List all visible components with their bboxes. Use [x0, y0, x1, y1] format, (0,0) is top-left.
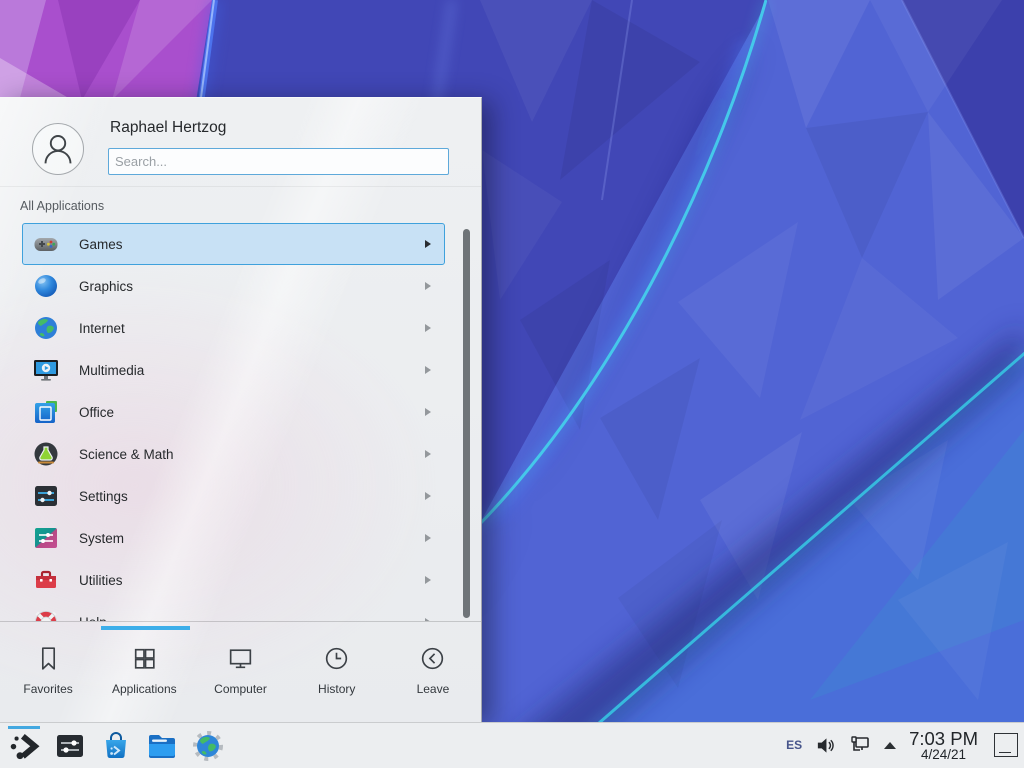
digital-clock[interactable]: 7:03 PM 4/24/21	[909, 729, 978, 762]
clock-date: 4/24/21	[909, 748, 978, 762]
media-monitor-icon	[32, 356, 60, 384]
taskbar-left	[0, 730, 224, 762]
computer-icon	[226, 644, 255, 673]
list-scrollbar[interactable]	[463, 229, 470, 618]
section-label: All Applications	[20, 199, 104, 213]
system-sliders-icon	[32, 524, 60, 552]
settings-sliders-icon	[32, 482, 60, 510]
leave-icon	[418, 644, 447, 673]
tab-label: Favorites	[23, 682, 72, 696]
category-games[interactable]: Games	[22, 223, 445, 265]
category-label: Utilities	[79, 573, 123, 588]
tab-label: Leave	[417, 682, 450, 696]
submenu-arrow-icon	[425, 492, 431, 500]
submenu-arrow-icon	[425, 408, 431, 416]
submenu-arrow-icon	[425, 324, 431, 332]
category-label: System	[79, 531, 124, 546]
clock-time: 7:03 PM	[909, 729, 978, 748]
category-label: Multimedia	[79, 363, 144, 378]
toolbox-icon	[32, 566, 60, 594]
wired-network-icon[interactable]	[849, 734, 871, 756]
category-list: Games Graphics Internet	[22, 223, 445, 621]
tab-label: History	[318, 682, 355, 696]
kickoff-menu: Raphael Hertzog All Applications Games G…	[0, 97, 482, 723]
submenu-arrow-icon	[425, 282, 431, 290]
web-browser-button[interactable]	[192, 730, 224, 762]
show-desktop-button[interactable]	[994, 733, 1018, 757]
category-label: Graphics	[79, 279, 133, 294]
user-name: Raphael Hertzog	[110, 119, 226, 137]
keyboard-layout-indicator[interactable]: ES	[786, 738, 802, 752]
category-settings[interactable]: Settings	[22, 475, 445, 517]
bookmark-icon	[34, 644, 63, 673]
category-graphics[interactable]: Graphics	[22, 265, 445, 307]
category-office[interactable]: Office	[22, 391, 445, 433]
history-clock-icon	[322, 644, 351, 673]
science-flask-icon	[32, 440, 60, 468]
tabbar-separator	[0, 621, 481, 622]
category-internet[interactable]: Internet	[22, 307, 445, 349]
volume-icon[interactable]	[815, 735, 836, 756]
kickoff-tabbar: Favorites Applications Computer	[0, 630, 481, 723]
expand-tray-icon[interactable]	[884, 742, 896, 749]
gamepad-icon	[32, 230, 60, 258]
discover-icon	[100, 730, 132, 762]
file-manager-button[interactable]	[146, 730, 178, 762]
documents-icon	[32, 398, 60, 426]
discover-button[interactable]	[100, 730, 132, 762]
tab-leave[interactable]: Leave	[385, 630, 481, 723]
tab-favorites[interactable]: Favorites	[0, 630, 96, 723]
submenu-arrow-icon	[425, 576, 431, 584]
tab-computer[interactable]: Computer	[192, 630, 288, 723]
show-desktop-glyph	[999, 752, 1011, 754]
system-settings-icon	[54, 730, 86, 762]
system-settings-button[interactable]	[54, 730, 86, 762]
globe-gear-icon	[192, 730, 224, 762]
taskbar: ES 7:03 PM 4/24/21	[0, 722, 1024, 768]
apps-grid-icon	[130, 644, 159, 673]
category-label: Science & Math	[79, 447, 174, 462]
submenu-arrow-icon	[425, 366, 431, 374]
category-utilities[interactable]: Utilities	[22, 559, 445, 601]
tab-history[interactable]: History	[289, 630, 385, 723]
category-multimedia[interactable]: Multimedia	[22, 349, 445, 391]
category-help[interactable]: Help	[22, 601, 445, 621]
category-science-math[interactable]: Science & Math	[22, 433, 445, 475]
user-icon	[33, 124, 83, 174]
globe-icon	[32, 314, 60, 342]
tab-label: Computer	[214, 682, 267, 696]
submenu-arrow-icon	[425, 534, 431, 542]
system-tray: ES 7:03 PM 4/24/21	[786, 729, 1024, 762]
blue-sphere-icon	[32, 272, 60, 300]
tab-label: Applications	[112, 682, 177, 696]
kde-launcher-icon	[8, 730, 40, 762]
user-avatar[interactable]	[32, 123, 84, 175]
app-launcher-button[interactable]	[8, 730, 40, 762]
category-label: Office	[79, 405, 114, 420]
active-task-indicator	[8, 726, 40, 729]
submenu-arrow-icon	[425, 450, 431, 458]
search-input[interactable]	[108, 148, 449, 175]
header-separator	[0, 186, 481, 187]
category-label: Settings	[79, 489, 128, 504]
submenu-arrow-icon	[425, 240, 431, 248]
category-system[interactable]: System	[22, 517, 445, 559]
tab-applications[interactable]: Applications	[96, 630, 192, 723]
category-label: Games	[79, 237, 123, 252]
desktop-screen: Raphael Hertzog All Applications Games G…	[0, 0, 1024, 768]
folder-icon	[146, 730, 178, 762]
lifebuoy-icon	[32, 608, 60, 621]
category-label: Internet	[79, 321, 125, 336]
